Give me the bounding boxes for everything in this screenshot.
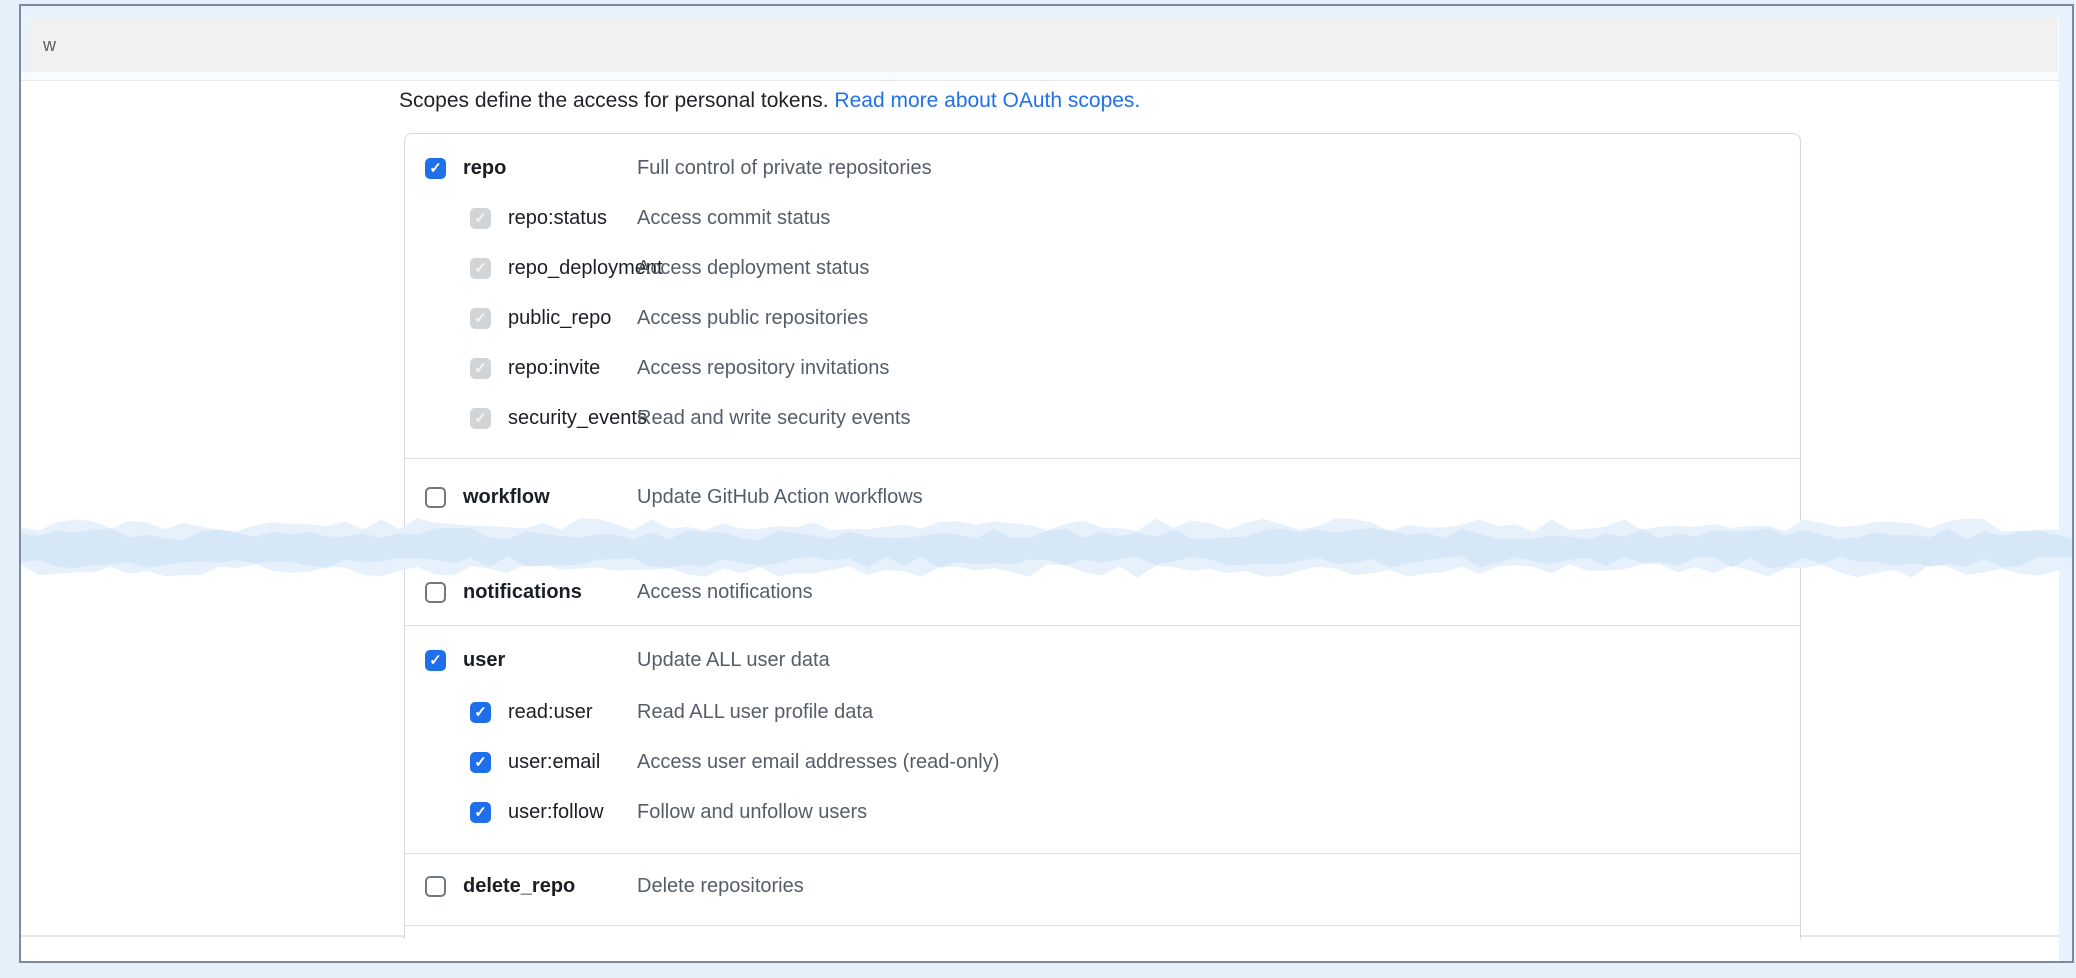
- scope-row: ✓ repo:status Access commit status: [405, 193, 1800, 243]
- scope-label: user:follow: [508, 801, 604, 824]
- scope-label: workflow: [463, 486, 550, 509]
- screenshot-tear-band: [21, 517, 2072, 579]
- scope-row: ✓ repo_deployment Access deployment stat…: [405, 243, 1800, 293]
- scope-row: delete_repo Delete repositories: [405, 861, 1800, 911]
- scope-group-divider: [405, 925, 1800, 926]
- scope-row: ✓ security_events Read and write securit…: [405, 393, 1800, 443]
- scope-checkbox[interactable]: [425, 582, 446, 603]
- scopes-intro-text: Scopes define the access for personal to…: [399, 89, 1140, 113]
- scope-label: user:email: [508, 751, 600, 774]
- note-input[interactable]: w: [30, 18, 2058, 72]
- note-input-value: w: [30, 35, 56, 56]
- scope-description: Read ALL user profile data: [637, 701, 873, 724]
- scope-row: ✓ read:user Read ALL user profile data: [405, 687, 1800, 737]
- scope-checkbox[interactable]: [425, 876, 446, 897]
- scope-label: security_events: [508, 407, 647, 430]
- scope-description: Access repository invitations: [637, 357, 889, 380]
- scope-description: Update GitHub Action workflows: [637, 486, 923, 509]
- scope-group-divider: [405, 625, 1800, 626]
- scope-row: ✓ user Update ALL user data: [405, 635, 1800, 685]
- scope-row: workflow Update GitHub Action workflows: [405, 472, 1800, 522]
- scope-label: delete_repo: [463, 875, 575, 898]
- scope-checkbox[interactable]: [425, 487, 446, 508]
- scope-checkbox: ✓: [470, 308, 491, 329]
- scope-checkbox[interactable]: ✓: [470, 702, 491, 723]
- scope-label: user: [463, 649, 505, 672]
- scope-label: repo:invite: [508, 357, 600, 380]
- scope-description: Update ALL user data: [637, 649, 830, 672]
- scopes-intro-static: Scopes define the access for personal to…: [399, 89, 834, 112]
- window-left-inset: [21, 18, 30, 73]
- scope-group-divider: [405, 853, 1800, 854]
- scope-checkbox[interactable]: ✓: [470, 802, 491, 823]
- scope-checkbox[interactable]: ✓: [425, 650, 446, 671]
- scope-description: Access commit status: [637, 207, 830, 230]
- scope-description: Access public repositories: [637, 307, 868, 330]
- scope-group-divider: [405, 458, 1800, 459]
- scope-label: read:user: [508, 701, 593, 724]
- window-top-inset: [21, 6, 2072, 18]
- scope-description: Access notifications: [637, 581, 813, 604]
- oauth-scopes-link[interactable]: Read more about OAuth scopes.: [834, 89, 1140, 112]
- scope-checkbox: ✓: [470, 358, 491, 379]
- scope-description: Read and write security events: [637, 407, 910, 430]
- window-right-inset: [2059, 6, 2072, 961]
- scope-row: ✓ public_repo Access public repositories: [405, 293, 1800, 343]
- scope-description: Delete repositories: [637, 875, 804, 898]
- scope-label: notifications: [463, 581, 582, 604]
- scope-row: ✓ repo Full control of private repositor…: [405, 143, 1800, 193]
- scope-label: public_repo: [508, 307, 611, 330]
- scope-row: ✓ repo:invite Access repository invitati…: [405, 343, 1800, 393]
- scope-row: ✓ user:email Access user email addresses…: [405, 737, 1800, 787]
- scope-row: ✓ user:follow Follow and unfollow users: [405, 787, 1800, 837]
- scope-checkbox: ✓: [470, 258, 491, 279]
- scope-checkbox[interactable]: ✓: [425, 158, 446, 179]
- browser-window: w Scopes define the access for personal …: [19, 4, 2074, 963]
- scope-label: repo: [463, 157, 506, 180]
- scope-description: Access user email addresses (read-only): [637, 751, 999, 774]
- scope-description: Full control of private repositories: [637, 157, 932, 180]
- scope-checkbox[interactable]: ✓: [470, 752, 491, 773]
- scope-checkbox: ✓: [470, 408, 491, 429]
- scope-checkbox: ✓: [470, 208, 491, 229]
- scope-description: Access deployment status: [637, 257, 869, 280]
- scope-description: Follow and unfollow users: [637, 801, 867, 824]
- toolbar-separator: [21, 72, 2059, 81]
- scope-label: repo:status: [508, 207, 607, 230]
